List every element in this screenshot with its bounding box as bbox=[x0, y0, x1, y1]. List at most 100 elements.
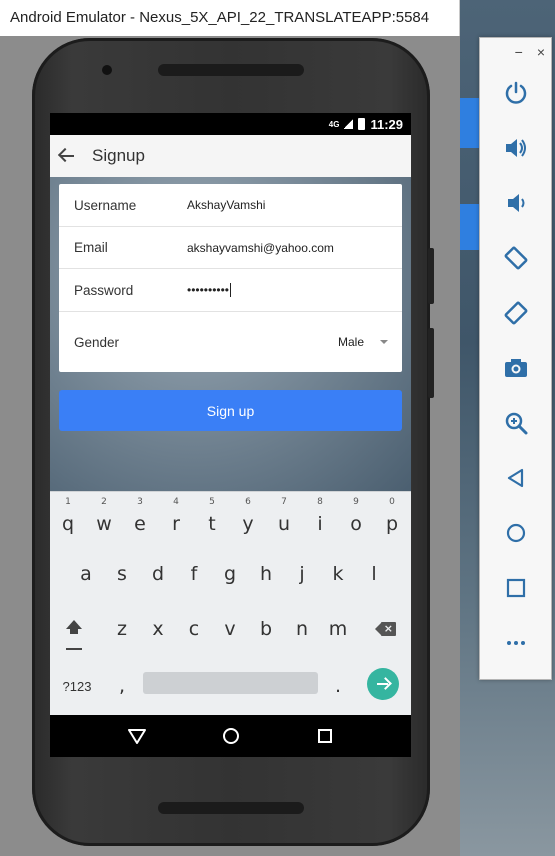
symbols-key[interactable]: ?123 bbox=[55, 659, 99, 713]
key-p[interactable]: 0p bbox=[374, 492, 410, 546]
key-h[interactable]: h bbox=[248, 547, 284, 601]
key-hint: 6 bbox=[245, 497, 251, 507]
minimize-button[interactable]: − bbox=[515, 44, 523, 60]
rotate-right-button[interactable] bbox=[499, 296, 533, 330]
overview-button[interactable] bbox=[499, 571, 533, 605]
keyboard-row-2: a s d f g h j k l bbox=[50, 547, 411, 601]
emulator-toolbar: − × bbox=[479, 37, 552, 680]
arrow-right-icon bbox=[376, 677, 390, 691]
key-label: r bbox=[172, 513, 180, 535]
key-z[interactable]: z bbox=[104, 602, 140, 656]
clock: 11:29 bbox=[370, 116, 403, 132]
key-b[interactable]: b bbox=[248, 602, 284, 656]
key-d[interactable]: d bbox=[140, 547, 176, 601]
key-j[interactable]: j bbox=[284, 547, 320, 601]
key-u[interactable]: 7u bbox=[266, 492, 302, 546]
shift-indicator bbox=[66, 648, 82, 650]
device-screen: 4G 11:29 Signup Username AkshayVamshi Em… bbox=[50, 113, 411, 757]
back-icon bbox=[507, 468, 524, 488]
signup-button[interactable]: Sign up bbox=[59, 390, 402, 431]
key-f[interactable]: f bbox=[176, 547, 212, 601]
bottom-speaker bbox=[158, 802, 304, 814]
key-x[interactable]: x bbox=[140, 602, 176, 656]
window-title: Android Emulator - Nexus_5X_API_22_TRANS… bbox=[0, 0, 460, 36]
password-row: Password •••••••••• bbox=[59, 269, 402, 312]
key-w[interactable]: 2w bbox=[86, 492, 122, 546]
backspace-key[interactable]: × bbox=[367, 602, 403, 656]
key-s[interactable]: s bbox=[104, 547, 140, 601]
key-o[interactable]: 9o bbox=[338, 492, 374, 546]
key-hint: 2 bbox=[101, 497, 107, 507]
power-hardware-button[interactable] bbox=[428, 248, 434, 304]
enter-key[interactable] bbox=[367, 668, 399, 700]
key-m[interactable]: m bbox=[320, 602, 356, 656]
email-row: Email akshayvamshi@yahoo.com bbox=[59, 227, 402, 269]
key-label: e bbox=[134, 513, 146, 535]
soft-keyboard: 1q 2w 3e 4r 5t 6y 7u 8i 9o 0p a s d f g … bbox=[50, 491, 411, 715]
key-hint: 8 bbox=[317, 497, 323, 507]
key-i[interactable]: 8i bbox=[302, 492, 338, 546]
key-label: p bbox=[385, 513, 399, 535]
key-y[interactable]: 6y bbox=[230, 492, 266, 546]
power-button[interactable] bbox=[499, 76, 533, 110]
zoom-button[interactable] bbox=[499, 406, 533, 440]
dropdown-caret-icon bbox=[380, 340, 388, 344]
volume-down-button[interactable] bbox=[499, 186, 533, 220]
email-label: Email bbox=[74, 240, 108, 255]
text-cursor bbox=[230, 283, 232, 298]
key-g[interactable]: g bbox=[212, 547, 248, 601]
camera-icon bbox=[505, 359, 527, 377]
status-bar: 4G 11:29 bbox=[50, 113, 411, 135]
comma-key[interactable]: , bbox=[104, 659, 140, 713]
period-key[interactable]: . bbox=[320, 659, 356, 713]
rotate-left-button[interactable] bbox=[499, 241, 533, 275]
email-field[interactable]: akshayvamshi@yahoo.com bbox=[187, 241, 402, 255]
key-hint: 0 bbox=[389, 497, 395, 507]
key-e[interactable]: 3e bbox=[122, 492, 158, 546]
gender-dropdown[interactable]: Male bbox=[338, 335, 388, 349]
back-button[interactable] bbox=[499, 461, 533, 495]
username-field[interactable]: AkshayVamshi bbox=[187, 198, 402, 212]
camera-lens bbox=[102, 65, 112, 75]
key-hint: 9 bbox=[353, 497, 359, 507]
volume-hardware-button[interactable] bbox=[428, 328, 434, 398]
key-hint: 4 bbox=[173, 497, 179, 507]
navigation-bar bbox=[50, 715, 411, 757]
nav-home-icon[interactable] bbox=[222, 727, 240, 745]
volume-down-icon bbox=[508, 194, 525, 212]
gender-label: Gender bbox=[74, 334, 120, 350]
volume-up-button[interactable] bbox=[499, 131, 533, 165]
key-hint: 3 bbox=[137, 497, 143, 507]
shift-icon bbox=[65, 620, 83, 638]
more-button[interactable] bbox=[499, 626, 533, 660]
home-button[interactable] bbox=[499, 516, 533, 550]
key-a[interactable]: a bbox=[68, 547, 104, 601]
key-label: t bbox=[208, 513, 216, 535]
page-title: Signup bbox=[92, 146, 145, 165]
more-icon bbox=[507, 641, 525, 645]
key-l[interactable]: l bbox=[356, 547, 392, 601]
key-n[interactable]: n bbox=[284, 602, 320, 656]
signup-form: Username AkshayVamshi Email akshayvamshi… bbox=[59, 184, 402, 372]
gender-selected-value: Male bbox=[337, 335, 364, 349]
keyboard-row-4: ?123 , . bbox=[50, 659, 411, 713]
screenshot-button[interactable] bbox=[499, 351, 533, 385]
spacebar[interactable] bbox=[143, 672, 318, 694]
nav-recents-icon[interactable] bbox=[317, 728, 333, 744]
key-r[interactable]: 4r bbox=[158, 492, 194, 546]
username-row: Username AkshayVamshi bbox=[59, 184, 402, 227]
key-c[interactable]: c bbox=[176, 602, 212, 656]
key-label: q bbox=[61, 513, 75, 535]
key-t[interactable]: 5t bbox=[194, 492, 230, 546]
nav-back-icon[interactable] bbox=[128, 728, 147, 744]
key-q[interactable]: 1q bbox=[50, 492, 86, 546]
key-label: y bbox=[242, 513, 254, 535]
key-v[interactable]: v bbox=[212, 602, 248, 656]
back-arrow-icon[interactable] bbox=[58, 147, 76, 165]
key-hint: 5 bbox=[209, 497, 215, 507]
password-label: Password bbox=[74, 282, 134, 298]
key-k[interactable]: k bbox=[320, 547, 356, 601]
password-field[interactable]: •••••••••• bbox=[187, 283, 402, 298]
close-button[interactable]: × bbox=[537, 44, 545, 60]
emulator-window: Android Emulator - Nexus_5X_API_22_TRANS… bbox=[0, 0, 460, 856]
